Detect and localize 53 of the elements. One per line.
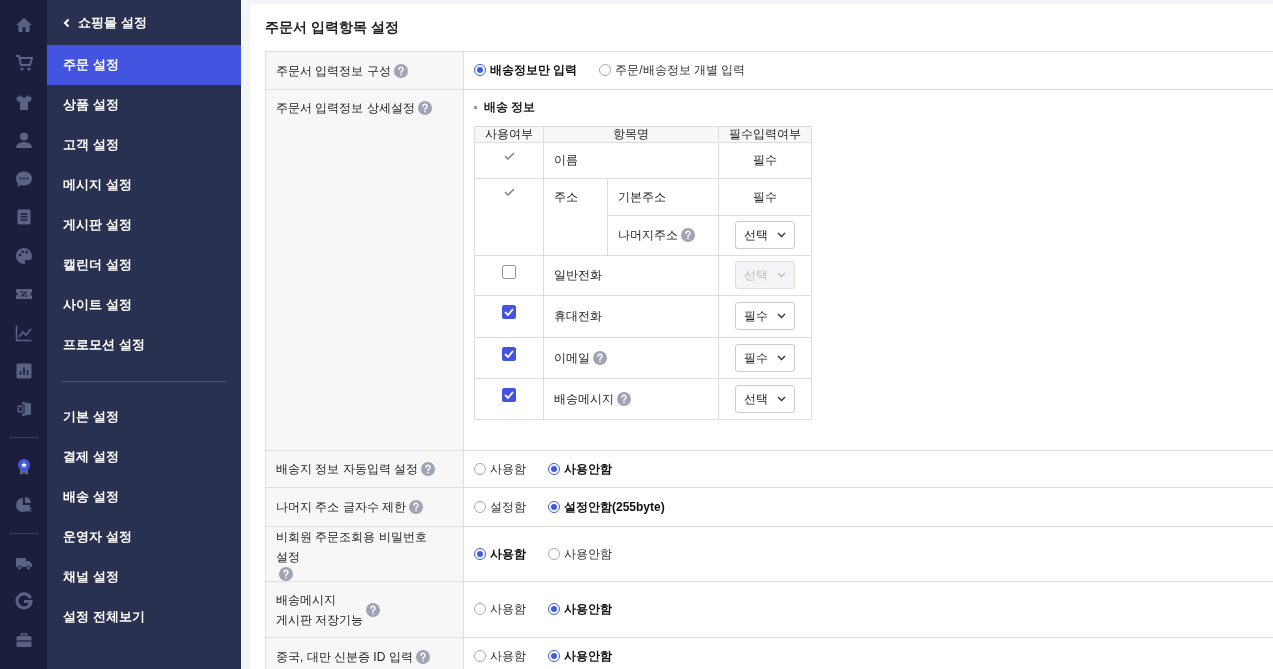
- radio-option[interactable]: 사용함: [474, 461, 526, 477]
- radio-option[interactable]: 사용함: [474, 602, 526, 617]
- field-name: 일반전화: [554, 268, 602, 283]
- sidebar-item[interactable]: 고객 설정: [47, 125, 241, 165]
- back-link[interactable]: 쇼핑몰 설정: [47, 0, 241, 45]
- select-dropdown[interactable]: 선택: [735, 221, 795, 250]
- sidebar-item[interactable]: 게시판 설정: [47, 205, 241, 245]
- field-name: 배송메시지: [554, 391, 614, 406]
- radio-option[interactable]: 설정안함(255byte): [548, 499, 665, 515]
- page-title: 주문서 입력항목 설정: [265, 18, 400, 38]
- radio-option[interactable]: 주문/배송정보 개별 입력: [599, 63, 746, 78]
- select-dropdown[interactable]: 필수: [735, 343, 795, 372]
- field-name: 이메일: [554, 350, 590, 365]
- sidebar-item[interactable]: 주문 설정: [47, 45, 241, 85]
- column-header: 항목명: [543, 126, 719, 143]
- required-label: 필수: [753, 189, 777, 204]
- setting-label: 나머지 주소 글자수 제한: [276, 499, 406, 516]
- sidebar-item[interactable]: 캘린더 설정: [47, 245, 241, 285]
- required-label: 필수: [753, 153, 777, 168]
- sidebar-item[interactable]: 결제 설정: [47, 437, 241, 477]
- field-name: 주소: [554, 189, 578, 205]
- column-header: 필수입력여부: [718, 126, 812, 143]
- field-name: 나머지주소: [618, 228, 678, 243]
- setting-label: 주문서 입력정보 상세설정: [276, 100, 415, 117]
- radio-option[interactable]: 설정함: [474, 499, 526, 515]
- setting-label: 배송지 정보 자동입력 설정: [276, 461, 418, 478]
- radio-option[interactable]: 사용함: [474, 546, 526, 562]
- sidebar-item[interactable]: 배송 설정: [47, 477, 241, 517]
- radio-option[interactable]: 사용함: [474, 649, 526, 664]
- sidebar-item[interactable]: 프로모션 설정: [47, 325, 241, 365]
- setting-label: 주문서 입력정보 구성: [276, 62, 391, 80]
- setting-label: 비회원 주문조회용 비밀번호 설정: [276, 529, 428, 566]
- radio-option[interactable]: 사용안함: [548, 649, 612, 664]
- sidebar-item[interactable]: 사이트 설정: [47, 285, 241, 325]
- radio-option[interactable]: 배송정보만 입력: [474, 63, 578, 78]
- select-dropdown[interactable]: 필수: [735, 302, 795, 331]
- sidebar-item[interactable]: 기본 설정: [47, 397, 241, 437]
- field-name: 기본주소: [618, 189, 666, 204]
- sidebar-item[interactable]: 메시지 설정: [47, 165, 241, 205]
- sidebar-item[interactable]: 상품 설정: [47, 85, 241, 125]
- setting-label: 배송메시지 게시판 저장기능: [276, 591, 364, 629]
- column-header: 사용여부: [474, 126, 544, 143]
- select-dropdown[interactable]: 선택: [735, 384, 795, 413]
- field-name: 휴대전화: [554, 309, 602, 324]
- sidebar-item[interactable]: 채널 설정: [47, 557, 241, 597]
- sidebar-item[interactable]: 설정 전체보기: [47, 597, 241, 637]
- setting-label: 중국, 대만 신분증 ID 입력: [276, 648, 413, 666]
- sidebar-item[interactable]: 운영자 설정: [47, 517, 241, 557]
- radio-option[interactable]: 사용안함: [548, 546, 612, 562]
- radio-option[interactable]: 사용안함: [548, 461, 612, 477]
- radio-option[interactable]: 사용안함: [548, 602, 612, 617]
- field-name: 이름: [554, 153, 578, 168]
- section-title: 배송 정보: [484, 100, 536, 115]
